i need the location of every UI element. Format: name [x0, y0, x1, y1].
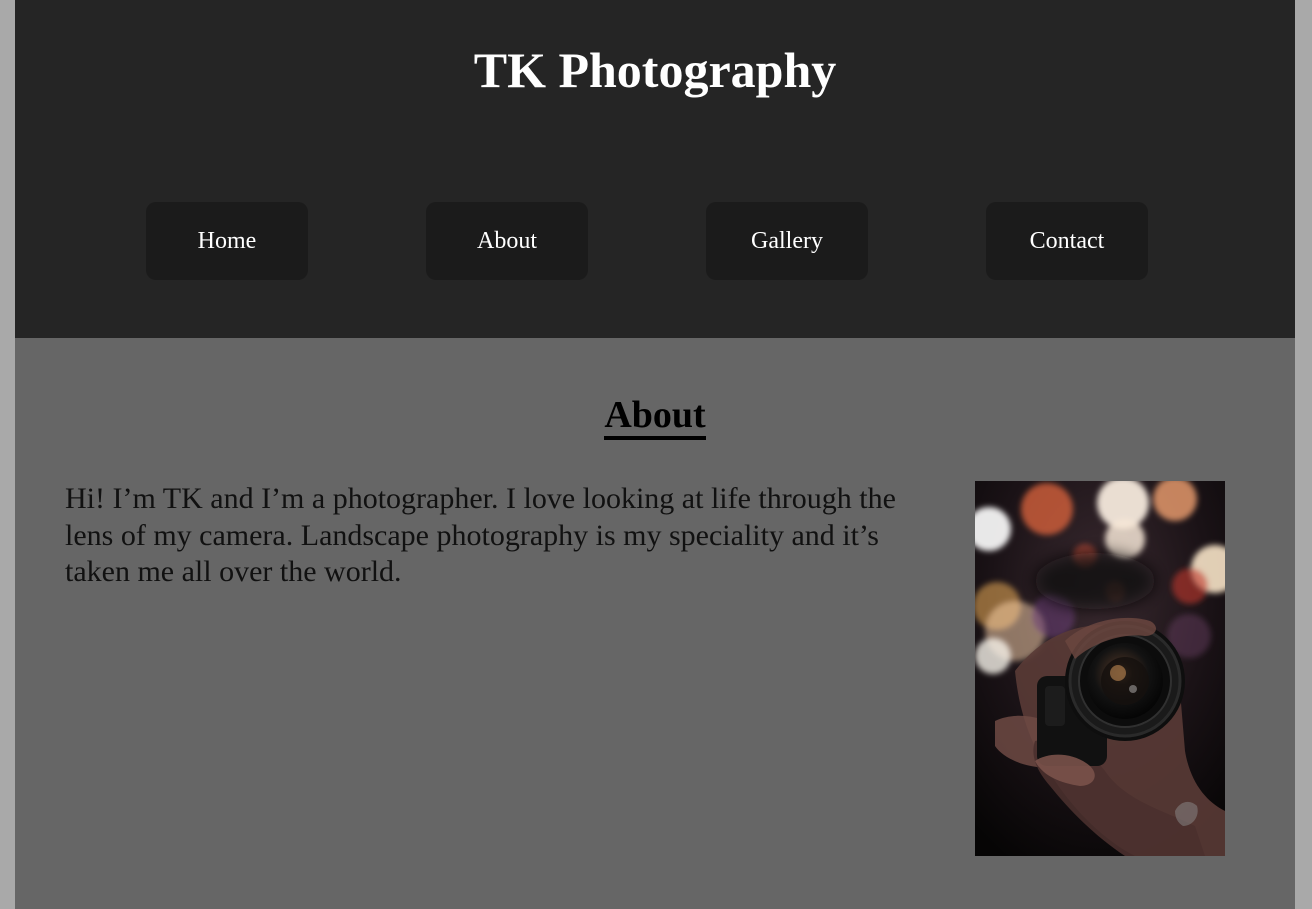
about-heading: About: [15, 393, 1295, 440]
camera-photo-image: [975, 481, 1225, 856]
site-title: TK Photography: [473, 42, 837, 98]
site-header: TK Photography Home About Gallery Contac…: [15, 0, 1295, 338]
about-paragraph: Hi! I’m TK and I’m a photographer. I lov…: [65, 482, 896, 588]
page: TK Photography Home About Gallery Contac…: [15, 0, 1295, 909]
nav-contact-button[interactable]: Contact: [986, 202, 1148, 280]
nav-home-button[interactable]: Home: [146, 202, 308, 280]
nav-about-button[interactable]: About: [426, 202, 588, 280]
camera-photo: [975, 481, 1225, 856]
nav-gallery-button[interactable]: Gallery: [706, 202, 868, 280]
about-heading-text: About: [604, 394, 706, 440]
